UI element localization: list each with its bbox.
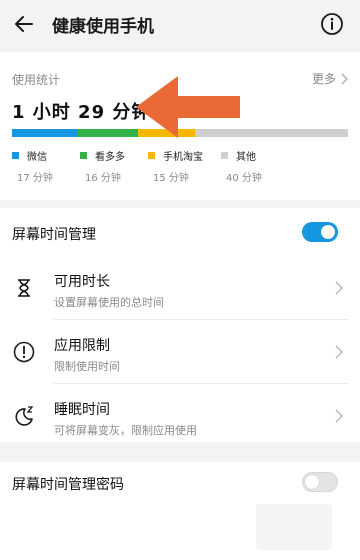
back-arrow-icon [15, 16, 33, 32]
more-link[interactable]: 更多 [312, 70, 348, 87]
hourglass-icon [18, 279, 30, 297]
info-icon [321, 13, 343, 35]
moon-sleep-icon [15, 406, 34, 426]
chevron-right-icon [335, 345, 344, 359]
faded-button [256, 504, 332, 550]
back-button[interactable] [10, 10, 38, 38]
toggle-knob [305, 475, 319, 489]
chevron-right-icon [335, 281, 344, 295]
chevron-right-icon [335, 409, 344, 423]
row-title: 可用时长 [54, 274, 110, 290]
divider [54, 319, 348, 320]
alert-circle-icon [13, 341, 35, 363]
password-title: 屏幕时间管理密码 [12, 477, 124, 493]
annotation-arrow-icon [136, 76, 240, 138]
legend-color-dot [221, 152, 228, 159]
usage-bar-segment [76, 129, 138, 137]
row-title: 应用限制 [54, 338, 110, 354]
legend-app-name: 看多多 [95, 152, 125, 163]
screen-time-toggle[interactable] [302, 222, 338, 242]
total-usage-time: 1 小时 29 分钟 [12, 102, 151, 123]
divider [54, 383, 348, 384]
usage-stats-label: 使用统计 [12, 73, 61, 87]
row-app-limits[interactable]: 应用限制 限制使用时间 [0, 322, 360, 382]
legend-color-dot [148, 152, 155, 159]
row-sleep-time[interactable]: 睡眠时间 可将屏幕变灰，限制应用使用 [0, 386, 360, 446]
password-toggle[interactable] [302, 472, 338, 492]
row-subtitle: 限制使用时间 [54, 360, 120, 373]
info-button[interactable] [320, 12, 344, 36]
row-available-time[interactable]: 可用时长 设置屏幕使用的总时间 [0, 258, 360, 318]
screen-time-card: 屏幕时间管理 可用时长 设置屏幕使用的总时间 应用限制 限制使用时间 睡眠时间 … [0, 208, 360, 442]
legend-app-name: 其他 [236, 152, 256, 163]
header-bar: 健康使用手机 [0, 0, 360, 48]
row-title: 睡眠时间 [54, 402, 110, 418]
legend-name: 其他 [221, 148, 311, 163]
password-card: 屏幕时间管理密码 [0, 462, 360, 560]
row-subtitle: 可将屏幕变灰，限制应用使用 [54, 424, 197, 437]
screen-time-title: 屏幕时间管理 [12, 227, 96, 243]
chevron-right-icon [341, 72, 348, 85]
row-subtitle: 设置屏幕使用的总时间 [54, 296, 164, 309]
legend-color-dot [80, 152, 87, 159]
legend-app-name: 手机淘宝 [163, 152, 203, 163]
legend-color-dot [12, 152, 19, 159]
legend-app-name: 微信 [27, 152, 47, 163]
toggle-knob [321, 225, 335, 239]
legend-duration: 40 分钟 [226, 173, 262, 184]
legend-item: 其他 40 分钟 [221, 148, 311, 184]
page-title: 健康使用手机 [52, 17, 154, 37]
usage-bar-segment [12, 129, 77, 137]
more-label: 更多 [311, 72, 336, 86]
